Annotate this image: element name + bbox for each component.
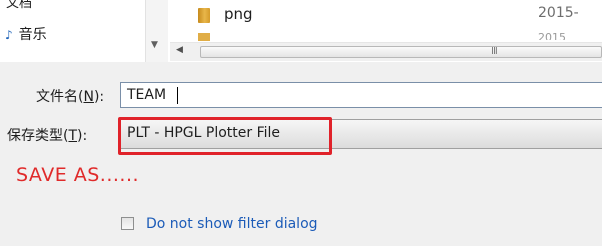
file-name: png xyxy=(224,5,253,23)
scrollbar-thumb[interactable]: III xyxy=(200,46,602,58)
file-date: 2015- xyxy=(538,5,579,21)
folder-icon xyxy=(198,8,210,23)
hide-filter-label[interactable]: Do not show filter dialog xyxy=(146,214,446,234)
file-list-horizontal-scrollbar[interactable]: ◀ III xyxy=(170,42,602,61)
filename-label: 文件名(N): xyxy=(36,89,105,105)
nav-pane-scrollbar[interactable]: ▼ xyxy=(145,0,168,62)
navigation-pane: 文档 ♪ 音乐 xyxy=(0,0,145,62)
file-browser: 文档 ♪ 音乐 ▼ png 2015- 2015 ◀ III xyxy=(0,0,602,62)
music-note-icon: ♪ xyxy=(5,28,13,42)
annotation-highlight-box xyxy=(118,117,332,155)
hide-filter-checkbox[interactable] xyxy=(121,217,134,230)
nav-item-music-label: 音乐 xyxy=(18,27,47,43)
scroll-left-icon[interactable]: ◀ xyxy=(176,45,183,55)
text-caret xyxy=(177,87,178,104)
filename-input[interactable]: TEAM xyxy=(120,82,602,108)
folder-icon xyxy=(198,33,210,41)
file-list-row[interactable]: png 2015- xyxy=(170,5,602,27)
save-as-annotation: SAVE AS...... xyxy=(16,164,140,186)
nav-item-music[interactable]: ♪ 音乐 xyxy=(5,24,47,44)
nav-item-documents[interactable]: 文档 xyxy=(6,0,32,11)
scroll-down-icon[interactable]: ▼ xyxy=(151,40,158,50)
filename-value[interactable]: TEAM xyxy=(127,87,166,103)
filetype-label: 保存类型(T): xyxy=(7,128,88,144)
scrollbar-grip: III xyxy=(491,46,498,57)
file-date: 2015 xyxy=(538,31,566,40)
